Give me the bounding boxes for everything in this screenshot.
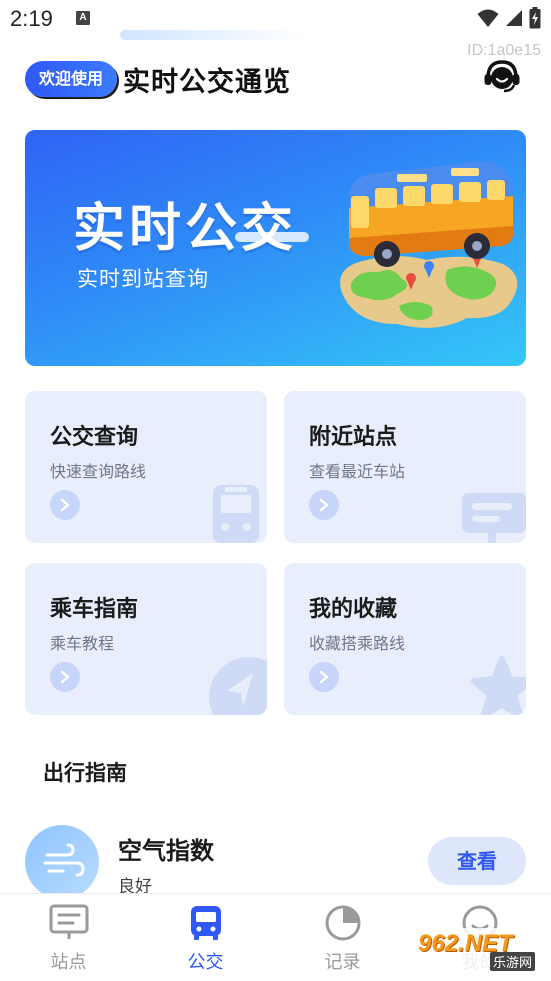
arrow-right-icon[interactable] bbox=[309, 662, 339, 692]
card-nearby-stops[interactable]: 附近站点 查看最近车站 bbox=[284, 391, 526, 543]
status-time: 2:19 bbox=[10, 6, 53, 31]
status-icons bbox=[477, 7, 541, 29]
wind-icon-badge bbox=[25, 825, 99, 899]
brand-header: 欢迎使用 实时公交通览 bbox=[25, 60, 291, 98]
card-my-favorites[interactable]: 我的收藏 收藏搭乘路线 bbox=[284, 563, 526, 715]
history-icon bbox=[325, 905, 360, 941]
title-underline-decoration bbox=[120, 30, 305, 40]
tab-bus[interactable]: 公交 bbox=[137, 894, 274, 981]
wind-icon bbox=[43, 843, 85, 877]
card-title: 公交查询 bbox=[50, 425, 139, 450]
wifi-icon bbox=[477, 9, 499, 27]
card-subtitle: 乘车教程 bbox=[50, 634, 115, 653]
stop-board-icon bbox=[49, 904, 88, 939]
card-subtitle: 查看最近车站 bbox=[309, 462, 406, 481]
banner-swoosh-decoration bbox=[235, 232, 309, 242]
signal-icon bbox=[506, 10, 522, 26]
arrow-right-icon[interactable] bbox=[309, 490, 339, 520]
card-subtitle: 收藏搭乘路线 bbox=[309, 634, 406, 653]
arrow-right-icon[interactable] bbox=[50, 662, 80, 692]
site-watermark: 962.NET 乐游网 bbox=[412, 928, 548, 976]
arrow-right-icon[interactable] bbox=[50, 490, 80, 520]
bus-icon bbox=[213, 485, 259, 543]
bus-stop-sign-icon bbox=[462, 493, 526, 543]
card-title: 我的收藏 bbox=[309, 597, 398, 622]
bus-icon bbox=[190, 906, 221, 940]
card-subtitle: 快速查询路线 bbox=[50, 462, 147, 481]
banner-subtitle: 实时到站查询 bbox=[77, 267, 209, 291]
banner-title: 实时公交 bbox=[73, 199, 298, 259]
card-title: 附近站点 bbox=[309, 425, 398, 450]
app-title: 实时公交通览 bbox=[123, 66, 292, 98]
card-ride-guide[interactable]: 乘车指南 乘车教程 bbox=[25, 563, 267, 715]
welcome-pill: 欢迎使用 bbox=[25, 61, 118, 97]
section-title: 出行指南 bbox=[43, 761, 127, 785]
tab-label: 公交 bbox=[187, 952, 224, 973]
tab-label: 站点 bbox=[50, 952, 87, 973]
tab-label: 记录 bbox=[324, 952, 361, 973]
view-button[interactable]: 查看 bbox=[428, 837, 526, 885]
battery-charging-icon bbox=[529, 7, 541, 29]
card-title: 乘车指南 bbox=[50, 597, 139, 622]
card-bus-query[interactable]: 公交查询 快速查询路线 bbox=[25, 391, 267, 543]
tab-history[interactable]: 记录 bbox=[274, 894, 411, 981]
notification-letter-icon: A bbox=[76, 11, 90, 25]
banner[interactable]: 实时公交 实时到站查询 bbox=[25, 130, 526, 366]
watermark-sub-text: 乐游网 bbox=[490, 952, 536, 971]
bus-illustration bbox=[340, 161, 518, 328]
tab-stops[interactable]: 站点 bbox=[0, 894, 137, 981]
air-index-title: 空气指数 bbox=[118, 837, 214, 865]
star-icon bbox=[471, 656, 526, 715]
navigation-arrow-icon bbox=[209, 657, 267, 715]
headset-icon[interactable] bbox=[482, 58, 522, 94]
